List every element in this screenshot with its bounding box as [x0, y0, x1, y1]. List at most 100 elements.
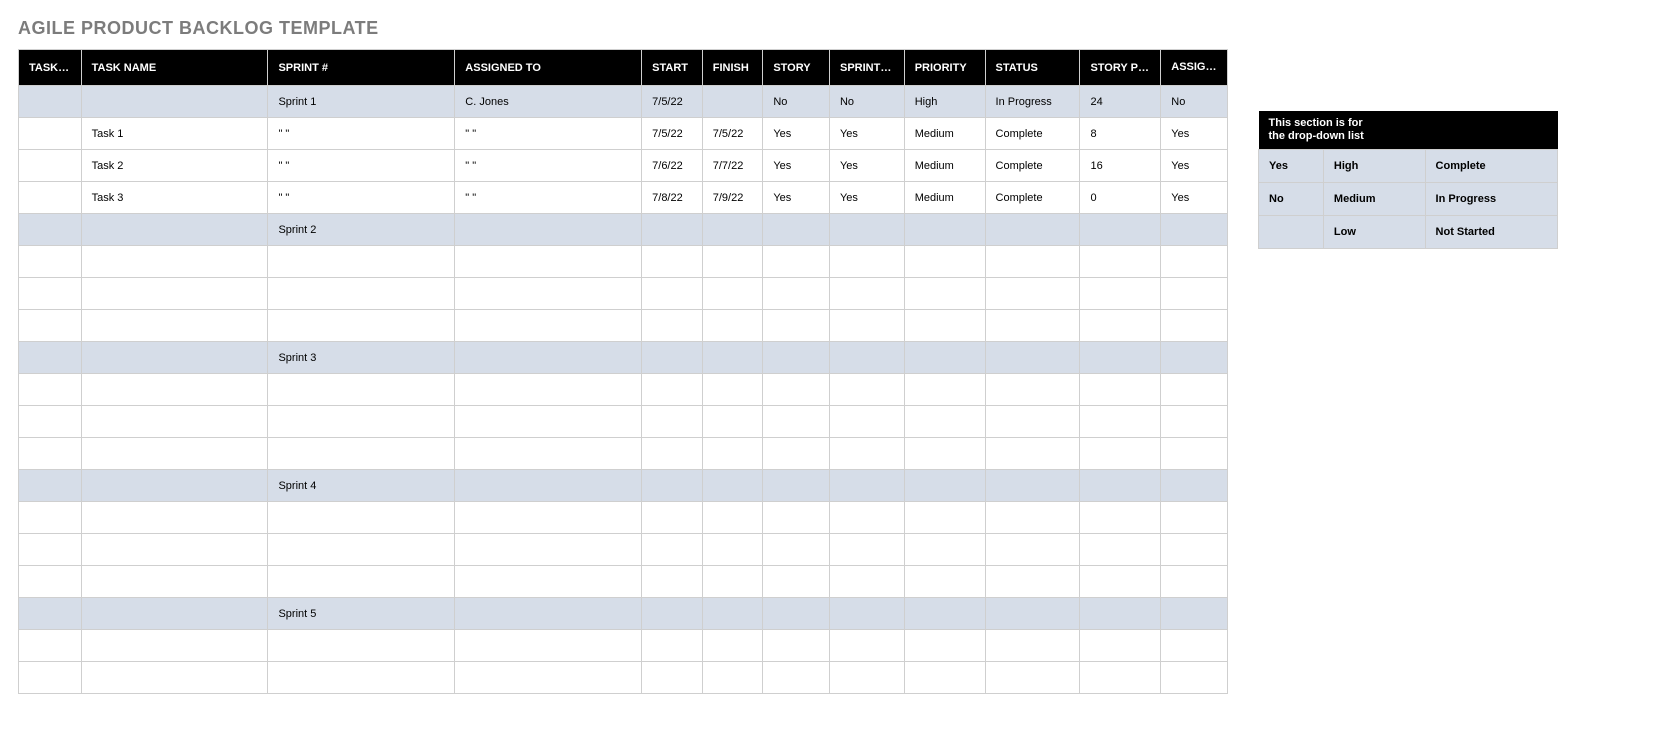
- cell-sprint-ready[interactable]: [829, 406, 904, 438]
- cell-status[interactable]: [985, 662, 1080, 694]
- cell-story[interactable]: [763, 438, 830, 470]
- cell-story-points[interactable]: 0: [1080, 182, 1161, 214]
- cell-finish[interactable]: [702, 662, 763, 694]
- cell-status[interactable]: [985, 470, 1080, 502]
- cell-status[interactable]: [985, 598, 1080, 630]
- cell-sprint-ready[interactable]: [829, 534, 904, 566]
- cell-story[interactable]: [763, 342, 830, 374]
- cell-task-id[interactable]: [19, 470, 82, 502]
- cell-story-points[interactable]: [1080, 566, 1161, 598]
- cell-start[interactable]: [642, 246, 703, 278]
- task-row[interactable]: [19, 534, 1228, 566]
- cell-finish[interactable]: [702, 534, 763, 566]
- cell-finish[interactable]: [702, 406, 763, 438]
- cell-finish[interactable]: [702, 566, 763, 598]
- cell-finish[interactable]: [702, 278, 763, 310]
- cell-task-name[interactable]: [81, 214, 268, 246]
- cell-assigned-to-sprint[interactable]: Yes: [1161, 150, 1228, 182]
- cell-assigned-to-sprint[interactable]: [1161, 566, 1228, 598]
- cell-task-id[interactable]: [19, 118, 82, 150]
- cell-sprint[interactable]: [268, 502, 455, 534]
- cell-sprint[interactable]: [268, 630, 455, 662]
- cell-story[interactable]: [763, 214, 830, 246]
- cell-assigned-to[interactable]: " ": [455, 150, 642, 182]
- cell-assigned-to-sprint[interactable]: [1161, 214, 1228, 246]
- cell-priority[interactable]: [904, 310, 985, 342]
- task-row[interactable]: [19, 662, 1228, 694]
- cell-assigned-to-sprint[interactable]: Yes: [1161, 182, 1228, 214]
- cell-priority[interactable]: [904, 374, 985, 406]
- cell-finish[interactable]: [702, 502, 763, 534]
- cell-task-id[interactable]: [19, 278, 82, 310]
- cell-assigned-to[interactable]: [455, 342, 642, 374]
- cell-task-name[interactable]: [81, 566, 268, 598]
- task-row[interactable]: [19, 438, 1228, 470]
- cell-assigned-to[interactable]: [455, 246, 642, 278]
- cell-story-points[interactable]: [1080, 470, 1161, 502]
- cell-task-id[interactable]: [19, 310, 82, 342]
- cell-finish[interactable]: [702, 438, 763, 470]
- cell-story-points[interactable]: [1080, 534, 1161, 566]
- cell-story-points[interactable]: [1080, 406, 1161, 438]
- cell-story[interactable]: Yes: [763, 182, 830, 214]
- cell-finish[interactable]: 7/9/22: [702, 182, 763, 214]
- cell-task-name[interactable]: [81, 406, 268, 438]
- cell-sprint-ready[interactable]: [829, 566, 904, 598]
- cell-task-id[interactable]: [19, 86, 82, 118]
- cell-task-name[interactable]: [81, 86, 268, 118]
- cell-story-points[interactable]: [1080, 438, 1161, 470]
- cell-sprint-ready[interactable]: [829, 630, 904, 662]
- cell-assigned-to[interactable]: [455, 438, 642, 470]
- cell-task-name[interactable]: [81, 662, 268, 694]
- cell-sprint-ready[interactable]: [829, 342, 904, 374]
- cell-assigned-to[interactable]: " ": [455, 118, 642, 150]
- cell-start[interactable]: [642, 662, 703, 694]
- cell-priority[interactable]: [904, 662, 985, 694]
- cell-assigned-to-sprint[interactable]: [1161, 310, 1228, 342]
- cell-task-name[interactable]: [81, 374, 268, 406]
- task-row[interactable]: [19, 630, 1228, 662]
- cell-assigned-to[interactable]: " ": [455, 182, 642, 214]
- cell-task-name[interactable]: Task 1: [81, 118, 268, 150]
- cell-story[interactable]: [763, 534, 830, 566]
- cell-priority[interactable]: [904, 342, 985, 374]
- cell-status[interactable]: [985, 374, 1080, 406]
- cell-status[interactable]: [985, 502, 1080, 534]
- cell-story-points[interactable]: [1080, 310, 1161, 342]
- cell-sprint[interactable]: [268, 310, 455, 342]
- cell-story[interactable]: [763, 406, 830, 438]
- cell-story[interactable]: [763, 662, 830, 694]
- cell-finish[interactable]: 7/5/22: [702, 118, 763, 150]
- cell-start[interactable]: 7/5/22: [642, 86, 703, 118]
- cell-assigned-to[interactable]: [455, 662, 642, 694]
- cell-assigned-to[interactable]: [455, 598, 642, 630]
- task-row[interactable]: Task 2" "" "7/6/227/7/22YesYesMediumComp…: [19, 150, 1228, 182]
- cell-story-points[interactable]: [1080, 630, 1161, 662]
- cell-task-id[interactable]: [19, 246, 82, 278]
- cell-task-id[interactable]: [19, 598, 82, 630]
- cell-sprint[interactable]: Sprint 1: [268, 86, 455, 118]
- cell-sprint-ready[interactable]: [829, 374, 904, 406]
- cell-sprint-ready[interactable]: Yes: [829, 150, 904, 182]
- cell-sprint-ready[interactable]: [829, 310, 904, 342]
- cell-sprint-ready[interactable]: [829, 278, 904, 310]
- task-row[interactable]: [19, 246, 1228, 278]
- cell-sprint[interactable]: [268, 278, 455, 310]
- sprint-row[interactable]: Sprint 1C. Jones7/5/22NoNoHighIn Progres…: [19, 86, 1228, 118]
- cell-task-id[interactable]: [19, 182, 82, 214]
- sprint-row[interactable]: Sprint 3: [19, 342, 1228, 374]
- cell-sprint-ready[interactable]: [829, 598, 904, 630]
- cell-priority[interactable]: [904, 470, 985, 502]
- cell-status[interactable]: [985, 278, 1080, 310]
- cell-priority[interactable]: [904, 278, 985, 310]
- cell-story[interactable]: [763, 502, 830, 534]
- cell-start[interactable]: [642, 406, 703, 438]
- cell-status[interactable]: In Progress: [985, 86, 1080, 118]
- cell-status[interactable]: [985, 438, 1080, 470]
- cell-task-name[interactable]: [81, 598, 268, 630]
- cell-sprint-ready[interactable]: No: [829, 86, 904, 118]
- cell-task-id[interactable]: [19, 534, 82, 566]
- task-row[interactable]: [19, 406, 1228, 438]
- cell-finish[interactable]: 7/7/22: [702, 150, 763, 182]
- cell-task-id[interactable]: [19, 566, 82, 598]
